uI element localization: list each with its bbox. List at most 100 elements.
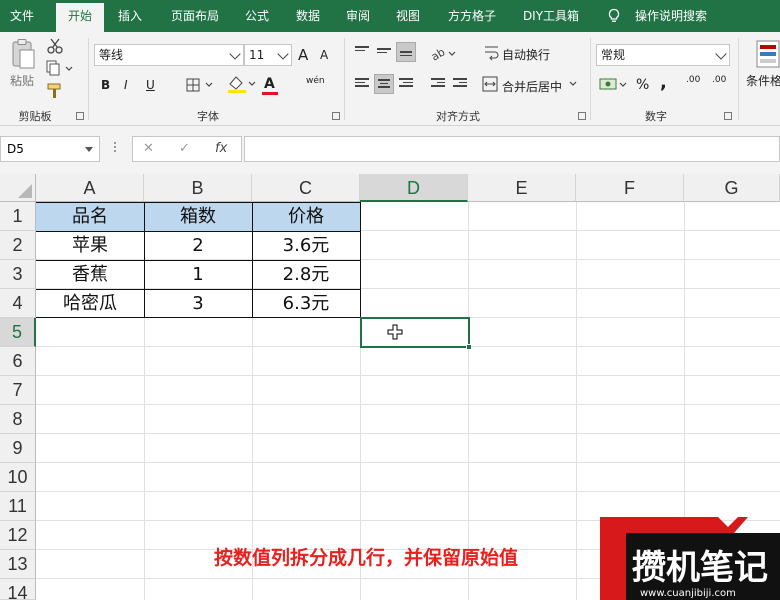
row-header-9[interactable]: 9 — [0, 434, 36, 463]
bold-button[interactable]: B — [101, 78, 110, 92]
confirm-icon[interactable]: ✓ — [179, 141, 190, 156]
tab-file[interactable]: 文件 — [0, 0, 44, 32]
copy-icon[interactable] — [46, 60, 74, 76]
column-header-b[interactable]: B — [144, 174, 252, 202]
column-header-d[interactable]: D — [360, 174, 468, 202]
alignment-launcher-icon[interactable] — [578, 112, 586, 120]
row-header-12[interactable]: 12 — [0, 521, 36, 550]
tab-review[interactable]: 审阅 — [336, 0, 380, 32]
wrap-text-icon[interactable] — [484, 44, 500, 62]
cell-a2[interactable]: 苹果 — [36, 231, 144, 260]
cell-c2[interactable]: 3.6元 — [252, 231, 360, 260]
row-header-7[interactable]: 7 — [0, 376, 36, 405]
formula-input[interactable] — [244, 136, 780, 162]
number-format-combo[interactable]: 常规 — [596, 44, 730, 66]
fill-color-icon[interactable] — [226, 74, 258, 94]
cell-b3[interactable]: 1 — [144, 260, 252, 289]
comma-style-button[interactable]: , — [660, 72, 667, 93]
cell-a4[interactable]: 哈密瓜 — [36, 289, 144, 318]
align-top-icon[interactable] — [352, 42, 372, 62]
tab-diy-toolbox[interactable]: DIY工具箱 — [518, 0, 584, 32]
row-header-14[interactable]: 14 — [0, 579, 36, 600]
font-name-combo[interactable]: 等线 — [94, 44, 244, 66]
italic-button[interactable]: I — [124, 78, 128, 92]
tab-formulas[interactable]: 公式 — [236, 0, 278, 32]
align-bottom-icon[interactable] — [396, 42, 416, 62]
accounting-format-icon[interactable] — [598, 76, 630, 94]
align-middle-icon[interactable] — [374, 42, 394, 62]
cell-c4[interactable]: 6.3元 — [252, 289, 360, 318]
pinyin-button[interactable]: wén — [306, 76, 325, 86]
column-header-c[interactable]: C — [252, 174, 360, 202]
splitter-handle[interactable] — [114, 140, 117, 156]
cell-a3[interactable]: 香蕉 — [36, 260, 144, 289]
font-color-button[interactable]: A — [264, 76, 275, 92]
align-left-icon[interactable] — [352, 74, 372, 94]
cell-a1[interactable]: 品名 — [36, 202, 144, 231]
active-cell-d5[interactable] — [360, 317, 472, 350]
merge-center-button[interactable]: 合并后居中 — [502, 78, 562, 95]
cell-c3[interactable]: 2.8元 — [252, 260, 360, 289]
cut-icon[interactable] — [46, 38, 64, 54]
tell-me-search[interactable]: 操作说明搜索 — [628, 0, 714, 32]
increase-decimal-button[interactable]: .00 — [686, 76, 700, 85]
column-header-g[interactable]: G — [684, 174, 780, 202]
row-header-6[interactable]: 6 — [0, 347, 36, 376]
increase-font-button[interactable]: A — [298, 46, 308, 64]
tab-view[interactable]: 视图 — [386, 0, 430, 32]
row-header-8[interactable]: 8 — [0, 405, 36, 434]
underline-button[interactable]: U — [146, 78, 155, 92]
font-size-value: 11 — [249, 48, 265, 62]
table-border — [36, 260, 361, 261]
cell-b1[interactable]: 箱数 — [144, 202, 252, 231]
tab-data[interactable]: 数据 — [286, 0, 330, 32]
font-size-combo[interactable]: 11 — [244, 44, 292, 66]
insert-function-icon[interactable]: fx — [215, 141, 227, 156]
align-center-icon[interactable] — [374, 74, 394, 94]
tab-page-layout[interactable]: 页面布局 — [160, 0, 230, 32]
decrease-indent-icon[interactable] — [428, 74, 448, 94]
row-header-3[interactable]: 3 — [0, 260, 36, 289]
cell-c1[interactable]: 价格 — [252, 202, 360, 231]
orientation-icon[interactable]: ab — [430, 44, 458, 62]
conditional-format-icon[interactable] — [756, 40, 780, 68]
decrease-decimal-button[interactable]: .00 — [712, 76, 726, 85]
row-header-10[interactable]: 10 — [0, 463, 36, 492]
merge-center-icon[interactable] — [482, 76, 498, 92]
tab-insert[interactable]: 插入 — [108, 0, 152, 32]
cell-b4[interactable]: 3 — [144, 289, 252, 318]
row-header-5[interactable]: 5 — [0, 318, 36, 347]
decrease-font-button[interactable]: A — [320, 48, 328, 62]
clipboard-launcher-icon[interactable] — [76, 112, 84, 120]
cancel-icon[interactable]: ✕ — [143, 141, 154, 156]
column-header-f[interactable]: F — [576, 174, 684, 202]
paste-label[interactable]: 粘贴 — [10, 72, 34, 89]
wrap-text-button[interactable]: 自动换行 — [502, 46, 550, 63]
cell-b2[interactable]: 2 — [144, 231, 252, 260]
row-header-4[interactable]: 4 — [0, 289, 36, 318]
row-header-13[interactable]: 13 — [0, 550, 36, 579]
row-header-11[interactable]: 11 — [0, 492, 36, 521]
align-right-icon[interactable] — [396, 74, 416, 94]
format-painter-icon[interactable] — [46, 82, 64, 100]
increase-indent-icon[interactable] — [450, 74, 470, 94]
font-launcher-icon[interactable] — [332, 112, 340, 120]
fill-handle[interactable] — [466, 344, 472, 350]
column-header-a[interactable]: A — [36, 174, 144, 202]
percent-button[interactable]: % — [636, 77, 649, 93]
select-all-button[interactable] — [0, 174, 36, 202]
tab-home[interactable]: 开始 — [56, 3, 104, 32]
number-launcher-icon[interactable] — [724, 112, 732, 120]
borders-icon[interactable] — [186, 78, 216, 92]
name-box[interactable]: D5 — [0, 136, 100, 162]
chevron-down-icon[interactable] — [568, 80, 578, 88]
font-name-value: 等线 — [99, 48, 124, 62]
tab-fangfang[interactable]: 方方格子 — [440, 0, 504, 32]
row-header-1[interactable]: 1 — [0, 202, 36, 231]
paste-icon[interactable] — [10, 38, 36, 72]
column-header-e[interactable]: E — [468, 174, 576, 202]
name-box-value: D5 — [7, 142, 24, 156]
row-header-2[interactable]: 2 — [0, 231, 36, 260]
conditional-format-button[interactable]: 条件格 — [746, 72, 780, 89]
table-border — [36, 289, 361, 290]
